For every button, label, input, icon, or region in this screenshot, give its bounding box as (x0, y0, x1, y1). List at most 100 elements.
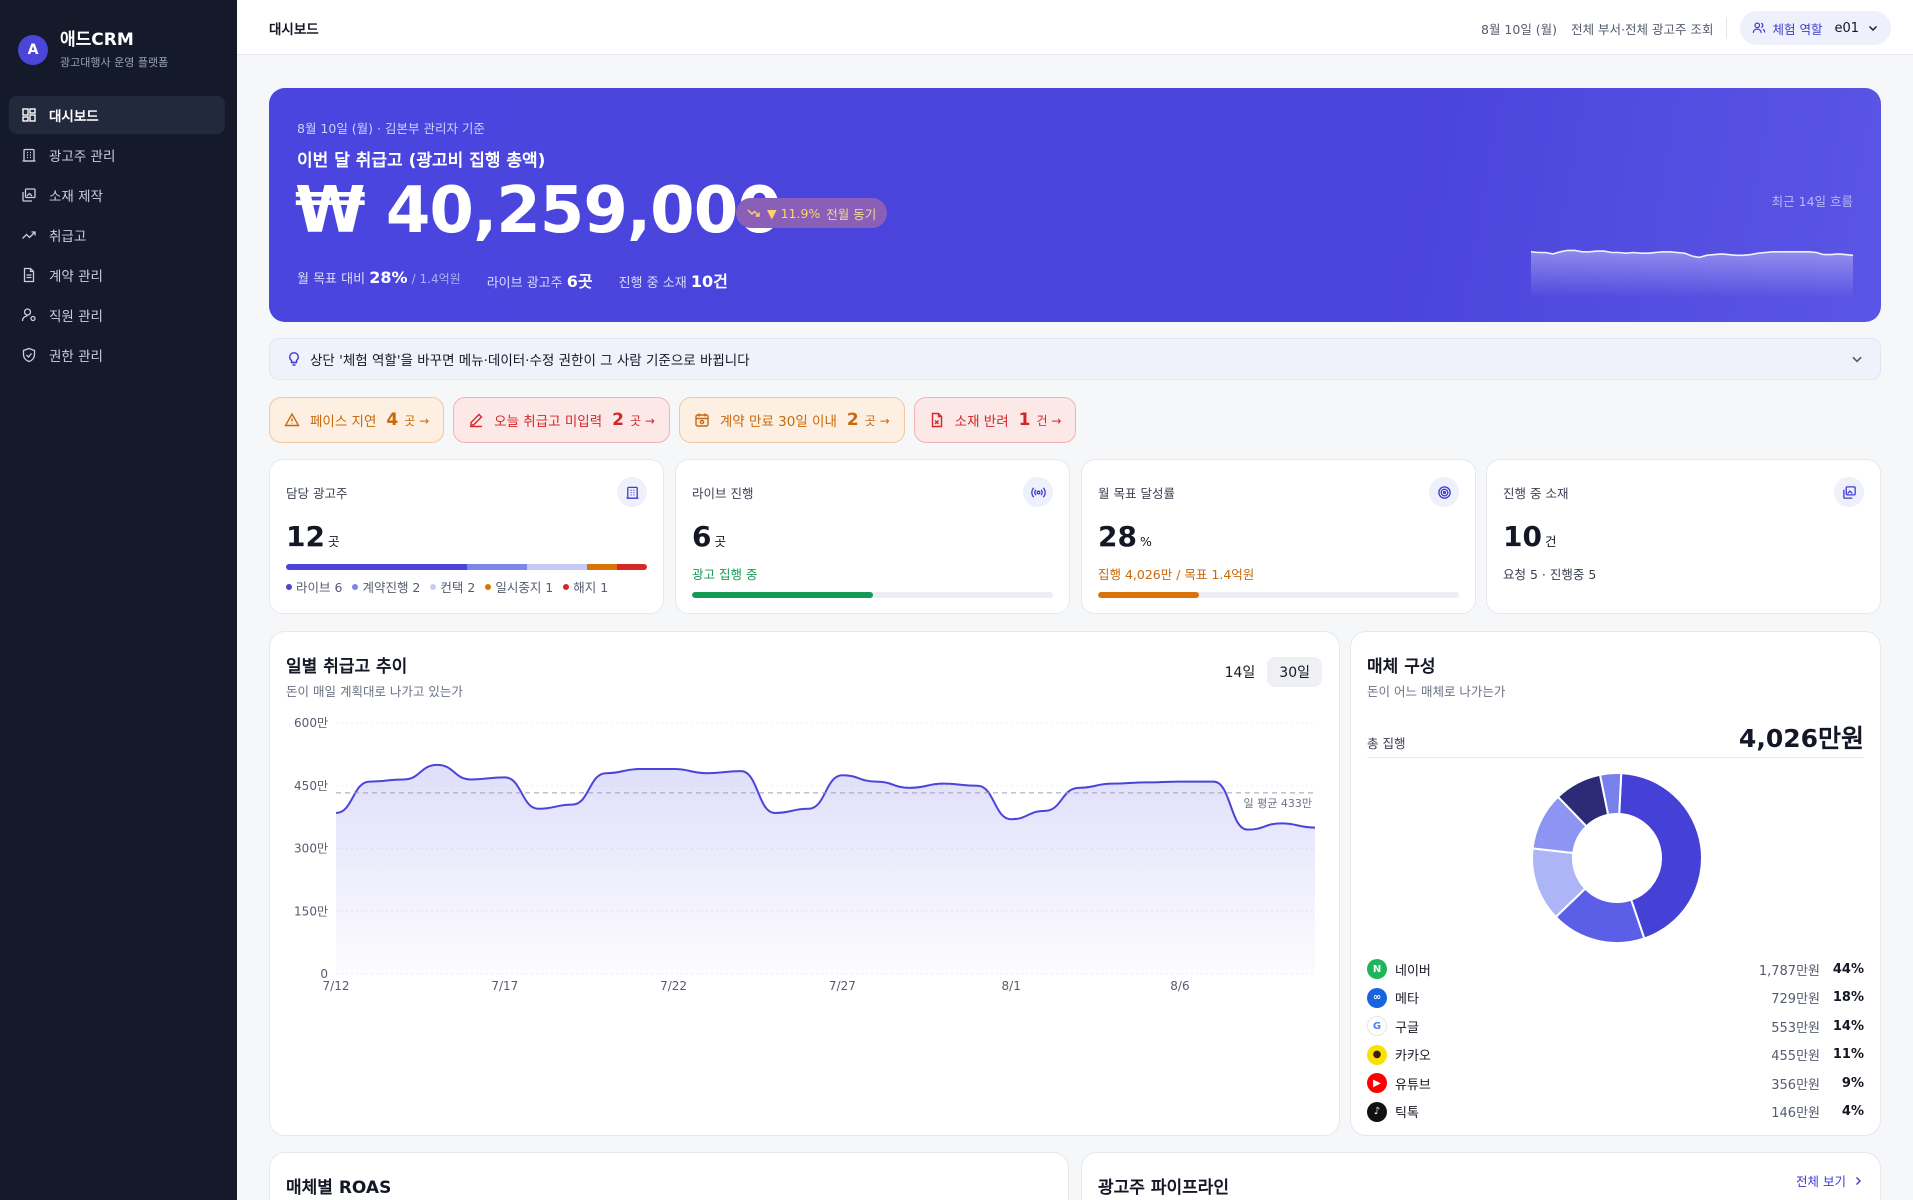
data-point-7/21[interactable] (637, 766, 643, 772)
data-point-7/25[interactable] (772, 810, 778, 816)
legend-item: 계약진행 2 (352, 577, 420, 596)
media-row[interactable]: ● 카카오 455만원 11% (1367, 1044, 1864, 1066)
data-point-7/28[interactable] (873, 779, 879, 785)
data-point-8/5[interactable] (1143, 779, 1149, 785)
role-notice[interactable]: 상단 '체험 역할'을 바꾸면 메뉴·데이터·수정 권한이 그 사람 기준으로 … (269, 338, 1881, 380)
lightbulb-icon (289, 352, 299, 366)
media-name: 유튜브 (1395, 1077, 1431, 1093)
media-row[interactable]: ♪ 틱톡 146만원 4% (1367, 1101, 1864, 1123)
sidebar-item-label: 직원 관리 (49, 309, 103, 325)
range-30d[interactable]: 30일 (1267, 657, 1322, 687)
data-point-7/24[interactable] (738, 768, 744, 774)
data-point-8/2[interactable] (1042, 808, 1048, 814)
stat-label: 라이브 광고주 (486, 276, 563, 291)
goal-progress-bar (1098, 592, 1459, 598)
kpi-advertisers[interactable]: 담당 광고주 12 곳 라이브 6 계약진행 2 컨택 2 일시중지 1 해지 1 (269, 459, 664, 614)
app-name: 애드CRM (60, 30, 134, 50)
legend-dot (485, 583, 492, 590)
stat-label: 진행 중 소재 (618, 276, 687, 291)
media-percent: 4% (1841, 1104, 1864, 1119)
data-point-8/4[interactable] (1109, 781, 1115, 787)
warning-icon (284, 412, 300, 427)
alert-contract-expiry[interactable]: 계약 만료 30일 이내 2 곳 → (678, 397, 905, 443)
building-icon (617, 477, 647, 507)
sidebar-item-label: 대시보드 (49, 109, 99, 125)
alert-creative-rejected[interactable]: 소재 반려 1 건 → (913, 397, 1077, 443)
data-point-7/13[interactable] (367, 779, 373, 785)
kpi-value: 10 건 (1503, 520, 1556, 553)
legend-label: 일시중지 1 (495, 580, 554, 595)
data-point-7/15[interactable] (434, 762, 440, 768)
status-segment-bar (286, 564, 647, 570)
data-point-7/27[interactable] (839, 772, 845, 778)
data-point-8/8[interactable] (1244, 827, 1250, 833)
kpi-creatives[interactable]: 진행 중 소재 10 건 요청 5 · 진행중 5 (1486, 459, 1881, 614)
status-segment (286, 564, 467, 570)
data-point-7/26[interactable] (806, 806, 812, 812)
alert-count: 2 (846, 410, 859, 430)
media-row[interactable]: ▶ 유튜브 356만원 9% (1367, 1072, 1864, 1094)
media-row[interactable]: ∞ 메타 729만원 18% (1367, 987, 1864, 1009)
data-point-7/29[interactable] (907, 785, 913, 791)
alert-label: 오늘 취급고 미입력 (494, 414, 603, 430)
sidebar-item-dashboard[interactable]: 대시보드 (9, 96, 225, 134)
images-icon (1834, 477, 1864, 507)
media-amount: 455만원 (1771, 1049, 1820, 1064)
data-point-8/10[interactable] (1312, 825, 1318, 831)
alert-missing-input[interactable]: 오늘 취급고 미입력 2 곳 → (453, 397, 670, 443)
kpi-unit: 건 (1544, 534, 1557, 549)
data-point-8/1[interactable] (1008, 816, 1014, 822)
sidebar-item-creatives[interactable]: 소재 제작 (9, 176, 225, 214)
data-point-7/30[interactable] (941, 781, 947, 787)
data-point-7/31[interactable] (974, 783, 980, 789)
kpi-unit: 곳 (327, 534, 340, 549)
data-point-7/22[interactable] (671, 766, 677, 772)
data-point-7/23[interactable] (704, 770, 710, 776)
data-point-7/20[interactable] (603, 770, 609, 776)
current-date: 8월 10일 (월) (1481, 21, 1558, 37)
file-reject-icon (931, 412, 942, 428)
kakao-icon: ● (1367, 1044, 1387, 1065)
data-point-7/18[interactable] (536, 806, 542, 812)
data-point-7/12[interactable] (333, 810, 339, 816)
kpi-sub: 광고 집행 중 (692, 567, 758, 582)
sidebar-item-staff[interactable]: 직원 관리 (9, 296, 225, 334)
x-tick-label: 8/6 (1170, 979, 1189, 993)
sidebar-item-advertisers[interactable]: 광고주 관리 (9, 136, 225, 174)
media-row[interactable]: G 구글 553만원 14% (1367, 1015, 1864, 1037)
kpi-live[interactable]: 라이브 진행 6곳 광고 집행 중 (675, 459, 1070, 614)
kpi-label: 진행 중 소재 (1503, 486, 1569, 501)
kpi-goal[interactable]: 월 목표 달성률 28% 집행 4,026만 / 목표 1.4억원 (1081, 459, 1476, 614)
sidebar-item-spend[interactable]: 취급고 (9, 216, 225, 254)
media-name: 구글 (1395, 1020, 1419, 1036)
hero-stats: 월 목표 대비 28% / 1.4억원 라이브 광고주 6곳 진행 중 소재 1… (297, 268, 754, 292)
data-point-7/19[interactable] (569, 802, 575, 808)
media-amount: 553만원 (1771, 1020, 1820, 1036)
view-all-link[interactable]: 전체 보기 (1796, 1171, 1864, 1190)
chevron-down-icon[interactable] (1850, 352, 1864, 366)
kpi-number: 6 (692, 520, 712, 553)
target-icon (1429, 477, 1459, 507)
alert-pace-delay[interactable]: 페이스 지연 4 곳 → (269, 397, 445, 443)
data-point-8/3[interactable] (1076, 785, 1082, 791)
range-14d[interactable]: 14일 (1213, 657, 1268, 687)
brand[interactable]: A 애드CRM 광고대행사 운영 플랫폼 (18, 30, 168, 70)
data-point-8/7[interactable] (1211, 779, 1217, 785)
role-switcher[interactable]: 체험 역할 e01 (1740, 11, 1891, 45)
data-point-8/6[interactable] (1177, 779, 1183, 785)
sidebar-item-permissions[interactable]: 권한 관리 (9, 336, 225, 374)
media-amount: 1,787만원 (1758, 963, 1820, 979)
data-point-7/17[interactable] (502, 774, 508, 780)
change-badge: ▼ 11.9% 전월 동기 (736, 198, 888, 228)
trend-down-icon (747, 209, 760, 217)
data-point-7/14[interactable] (401, 776, 407, 782)
x-tick-label: 7/12 (323, 979, 350, 993)
data-point-8/9[interactable] (1278, 820, 1284, 826)
media-amount: 146만원 (1771, 1106, 1820, 1121)
data-point-7/16[interactable] (468, 776, 474, 782)
hero-stat-goal: 월 목표 대비 28% / 1.4억원 (297, 268, 461, 292)
media-row[interactable]: N 네이버 1,787만원 44% (1367, 958, 1864, 980)
images-icon (22, 188, 36, 202)
sidebar-item-contracts[interactable]: 계약 관리 (9, 256, 225, 294)
kpi-number: 28 (1098, 520, 1137, 553)
